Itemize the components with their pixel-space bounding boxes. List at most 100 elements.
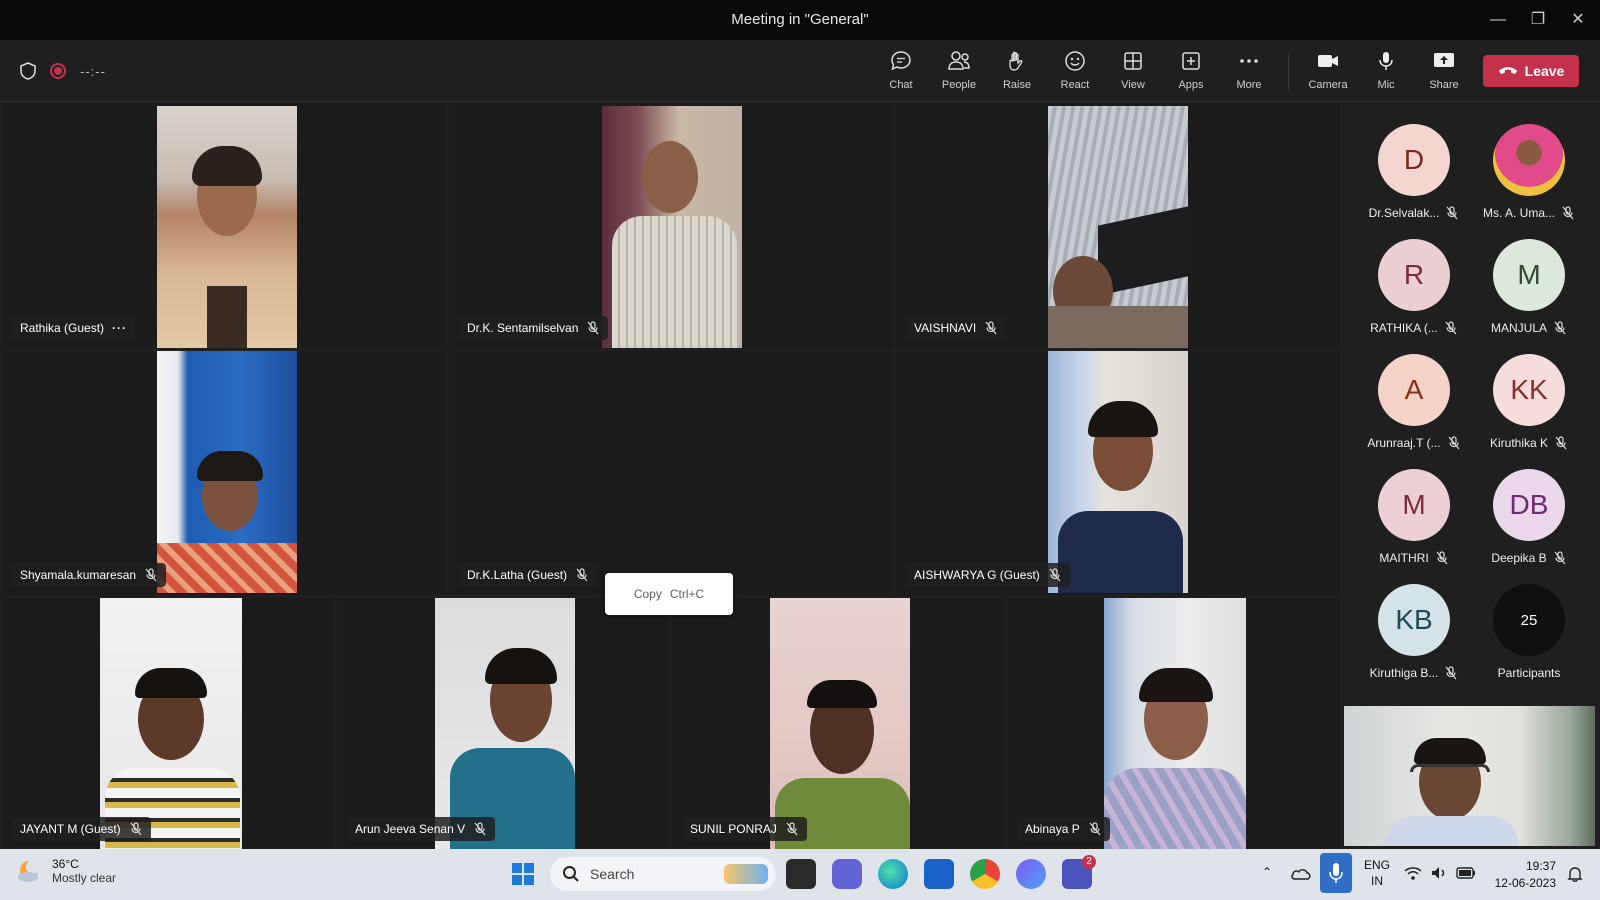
participant-nametag: Dr.K.Latha (Guest) <box>459 563 598 587</box>
chat-button[interactable]: Chat <box>875 50 927 96</box>
roster-participant-name: MAITHRI <box>1356 551 1472 565</box>
roster-participant[interactable]: KK Kiruthika K <box>1471 354 1587 466</box>
apps-button[interactable]: Apps <box>1165 50 1217 96</box>
self-view-video[interactable] <box>1344 706 1595 846</box>
participant-nametag: SUNIL PONRAJ <box>682 817 807 841</box>
video-tile-sentamilselvan[interactable]: Dr.K. Sentamilselvan <box>449 104 893 348</box>
participant-nametag: VAISHNAVI <box>906 316 1007 340</box>
mic-off-icon <box>474 822 486 836</box>
participant-video <box>602 106 742 348</box>
avatar: M <box>1378 469 1450 541</box>
moon-cloud-icon <box>18 860 40 882</box>
mic-off-icon <box>576 568 588 582</box>
video-tile-shyamala[interactable]: Shyamala.kumaresan <box>2 351 446 595</box>
participant-nametag: Shyamala.kumaresan <box>12 563 167 587</box>
share-button[interactable]: Share <box>1418 50 1470 96</box>
edge-browser-icon[interactable] <box>878 859 908 889</box>
react-button[interactable]: React <box>1049 50 1101 96</box>
mic-off-icon <box>1445 321 1457 335</box>
mic-off-icon <box>145 568 157 582</box>
participant-video <box>1048 351 1188 593</box>
task-view-icon[interactable] <box>786 859 816 889</box>
notification-bell-icon[interactable] <box>1566 865 1584 883</box>
wifi-icon[interactable] <box>1404 865 1422 881</box>
copy-shortcut: Ctrl+C <box>669 587 705 601</box>
raise-hand-button[interactable]: Raise <box>991 50 1043 96</box>
video-tile-abinaya[interactable]: Abinaya P <box>1007 598 1340 849</box>
mic-button[interactable]: Mic <box>1360 50 1412 96</box>
participant-video <box>435 598 575 849</box>
participant-video <box>1048 106 1188 348</box>
search-highlight-icon <box>724 864 768 884</box>
mic-in-use-icon[interactable] <box>1320 853 1352 893</box>
leave-button[interactable]: Leave <box>1483 55 1579 87</box>
more-icon <box>1240 59 1258 63</box>
mic-off-icon <box>1562 206 1574 220</box>
add-app-icon <box>1182 52 1200 70</box>
roster-participant[interactable]: R RATHIKA (... <box>1356 239 1472 351</box>
copilot-icon[interactable] <box>1016 859 1046 889</box>
participant-video <box>157 351 297 593</box>
search-icon <box>563 866 579 882</box>
video-tile-sunil[interactable]: SUNIL PONRAJ <box>672 598 1004 849</box>
onedrive-cloud-icon[interactable] <box>1290 865 1312 881</box>
participants-count-button[interactable]: 25 Participants <box>1471 584 1587 696</box>
more-button[interactable]: More <box>1223 50 1275 96</box>
toolbar-divider <box>1288 54 1289 90</box>
video-tile-vaishnavi[interactable]: VAISHNAVI <box>896 104 1340 348</box>
battery-icon[interactable] <box>1456 867 1476 879</box>
weather-widget[interactable]: 36°C Mostly clear <box>16 857 116 885</box>
roster-participant-name: MANJULA <box>1471 321 1587 335</box>
avatar: KK <box>1493 354 1565 426</box>
microphone-icon <box>1379 52 1393 70</box>
volume-icon[interactable] <box>1430 865 1448 881</box>
copy-label: Copy <box>633 587 662 601</box>
people-button[interactable]: People <box>933 50 985 96</box>
roster-participant[interactable]: M MANJULA <box>1471 239 1587 351</box>
hand-icon <box>1009 51 1023 71</box>
mic-off-icon <box>130 822 142 836</box>
recording-icon <box>50 63 66 79</box>
roster-participant[interactable]: DB Deepika B <box>1471 469 1587 581</box>
taskbar-search[interactable]: Search <box>550 857 776 891</box>
windows-logo-icon <box>512 863 534 885</box>
mic-off-icon <box>1049 568 1061 582</box>
roster-participant[interactable]: D Dr.Selvalak... <box>1356 124 1472 236</box>
participant-nametag: Dr.K. Sentamilselvan <box>459 316 609 340</box>
chat-icon <box>891 51 911 71</box>
view-button[interactable]: View <box>1107 50 1159 96</box>
roster-participant[interactable]: KB Kiruthiga B... <box>1356 584 1472 696</box>
chevron-up-icon[interactable]: ⌃ <box>1262 865 1272 879</box>
video-tile-latha[interactable]: Dr.K.Latha (Guest) <box>449 351 893 595</box>
camera-button[interactable]: Camera <box>1302 50 1354 96</box>
minimize-icon[interactable]: — <box>1486 8 1510 32</box>
video-tile-arun[interactable]: Arun Jeeva Senan V <box>337 598 669 849</box>
system-clock[interactable]: 19:37 12-06-2023 <box>1488 858 1556 892</box>
chrome-browser-icon[interactable] <box>970 859 1000 889</box>
mic-off-icon <box>1554 321 1566 335</box>
teams-icon[interactable]: 2 <box>1062 855 1096 889</box>
restore-icon[interactable]: ❐ <box>1526 8 1550 32</box>
roster-participant[interactable]: M MAITHRI <box>1356 469 1472 581</box>
store-icon[interactable] <box>924 859 954 889</box>
roster-participant-name: RATHIKA (... <box>1356 321 1472 335</box>
video-tile-rathika[interactable]: Rathika (Guest) ··· <box>2 104 446 348</box>
close-icon[interactable]: ✕ <box>1566 8 1590 32</box>
meeting-timer: --:-- <box>80 63 106 79</box>
video-tile-aishwarya[interactable]: AISHWARYA G (Guest) <box>896 351 1340 595</box>
roster-participant-name: Arunraaj.T (... <box>1356 436 1472 450</box>
participant-video <box>157 106 297 348</box>
start-button[interactable] <box>508 859 538 889</box>
roster-participant-name: Deepika B <box>1471 551 1587 565</box>
avatar: 25 <box>1493 584 1565 656</box>
roster-participant[interactable]: A Arunraaj.T (... <box>1356 354 1472 466</box>
language-indicator[interactable]: ENG IN <box>1364 857 1390 889</box>
video-tile-jayant[interactable]: JAYANT M (Guest) <box>2 598 334 849</box>
participant-nametag: Rathika (Guest) ··· <box>12 316 136 340</box>
participant-video <box>770 598 910 849</box>
grid-view-icon <box>1124 52 1142 70</box>
roster-participant[interactable]: Ms. A. Uma... <box>1471 124 1587 236</box>
more-options-icon[interactable]: ··· <box>112 321 127 335</box>
copy-context-menu[interactable]: Copy Ctrl+C <box>605 573 733 615</box>
chat-app-icon[interactable] <box>832 859 862 889</box>
